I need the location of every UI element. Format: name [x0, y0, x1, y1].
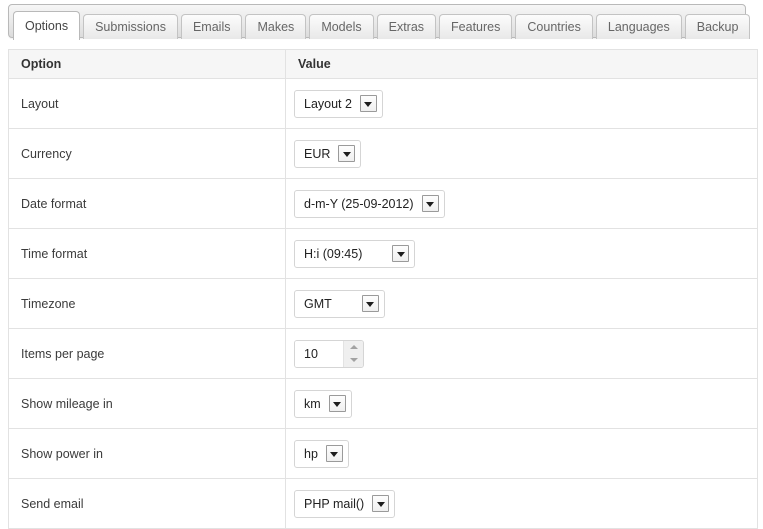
- table-row: Layout Layout 2: [8, 78, 758, 129]
- select-value-date-format: d-m-Y (25-09-2012): [304, 196, 414, 211]
- tab-submissions[interactable]: Submissions: [83, 14, 178, 39]
- select-value-timezone: GMT: [304, 296, 332, 311]
- tab-options[interactable]: Options: [13, 11, 81, 40]
- table-row: Show power in hp: [8, 428, 758, 479]
- option-label-send-email: Send email: [8, 478, 286, 529]
- option-label-show-mileage-in: Show mileage in: [8, 378, 286, 429]
- chevron-down-icon[interactable]: [325, 445, 343, 462]
- select-value-layout: Layout 2: [304, 96, 352, 111]
- chevron-down-icon[interactable]: [338, 145, 356, 162]
- select-date-format[interactable]: d-m-Y (25-09-2012): [294, 189, 445, 218]
- chevron-down-icon[interactable]: [372, 495, 390, 512]
- option-value-cell-time-format: H:i (09:45): [285, 228, 758, 279]
- options-table: Option Value Layout Layout 2 Currency EUR Da…: [8, 49, 758, 529]
- chevron-down-icon[interactable]: [359, 95, 377, 112]
- table-row: Timezone GMT: [8, 278, 758, 329]
- tab-features[interactable]: Features: [439, 14, 513, 39]
- option-label-date-format: Date format: [8, 178, 286, 229]
- table-row: Time format H:i (09:45): [8, 228, 758, 279]
- select-time-format[interactable]: H:i (09:45): [294, 239, 416, 268]
- option-label-show-power-in: Show power in: [8, 428, 286, 479]
- table-header-row: Option Value: [8, 49, 758, 79]
- tab-bar: Options Submissions Emails Makes Models Extra…: [8, 4, 751, 40]
- tab-extras[interactable]: Extras: [376, 14, 437, 39]
- option-value-cell-date-format: d-m-Y (25-09-2012): [285, 178, 758, 229]
- tab-makes[interactable]: Makes: [245, 14, 307, 39]
- option-label-currency: Currency: [8, 128, 286, 179]
- select-show-mileage-in[interactable]: km: [294, 389, 352, 418]
- select-value-time-format: H:i (09:45): [304, 246, 363, 261]
- number-stepper-items-per-page[interactable]: 10: [294, 339, 364, 368]
- select-show-power-in[interactable]: hp: [294, 439, 349, 468]
- table-row: Send email PHP mail(): [8, 478, 758, 529]
- tab-list: Options Submissions Emails Makes Models Extra…: [13, 9, 751, 40]
- select-currency[interactable]: EUR: [294, 139, 362, 168]
- table-body: Layout Layout 2 Currency EUR Date format d-m-…: [8, 78, 758, 529]
- stepper-up-icon[interactable]: [344, 341, 363, 354]
- table-row: Date format d-m-Y (25-09-2012): [8, 178, 758, 229]
- table-row: Currency EUR: [8, 128, 758, 179]
- select-value-send-email: PHP mail(): [304, 496, 365, 511]
- option-value-cell-items-per-page: 10: [285, 328, 758, 379]
- tab-languages[interactable]: Languages: [595, 14, 682, 39]
- select-send-email[interactable]: PHP mail(): [294, 489, 396, 518]
- tab-countries[interactable]: Countries: [515, 14, 593, 39]
- select-value-currency: EUR: [304, 146, 331, 161]
- option-label-layout: Layout: [8, 78, 286, 129]
- stepper-down-icon[interactable]: [344, 354, 363, 367]
- option-value-cell-show-power-in: hp: [285, 428, 758, 479]
- stepper-buttons: [343, 340, 363, 367]
- chevron-down-icon[interactable]: [421, 195, 439, 212]
- number-input-items-per-page[interactable]: 10: [295, 340, 343, 367]
- option-label-timezone: Timezone: [8, 278, 286, 329]
- chevron-down-icon[interactable]: [361, 295, 379, 312]
- tab-models[interactable]: Models: [309, 14, 374, 39]
- select-value-show-mileage-in: km: [304, 396, 321, 411]
- option-label-items-per-page: Items per page: [8, 328, 286, 379]
- option-value-cell-show-mileage-in: km: [285, 378, 758, 429]
- table-row: Show mileage in km: [8, 378, 758, 429]
- select-layout[interactable]: Layout 2: [294, 89, 383, 118]
- option-value-cell-currency: EUR: [285, 128, 758, 179]
- option-label-time-format: Time format: [8, 228, 286, 279]
- column-header-value: Value: [285, 49, 758, 79]
- table-row: Items per page 10: [8, 328, 758, 379]
- select-timezone[interactable]: GMT: [294, 289, 385, 318]
- chevron-down-icon[interactable]: [392, 245, 410, 262]
- chevron-down-icon[interactable]: [328, 395, 346, 412]
- column-header-option: Option: [8, 49, 286, 79]
- option-value-cell-layout: Layout 2: [285, 78, 758, 129]
- option-value-cell-timezone: GMT: [285, 278, 758, 329]
- option-value-cell-send-email: PHP mail(): [285, 478, 758, 529]
- table-header: Option Value: [8, 49, 758, 79]
- tab-backup[interactable]: Backup: [684, 14, 751, 39]
- tab-emails[interactable]: Emails: [180, 14, 243, 39]
- select-value-show-power-in: hp: [304, 446, 318, 461]
